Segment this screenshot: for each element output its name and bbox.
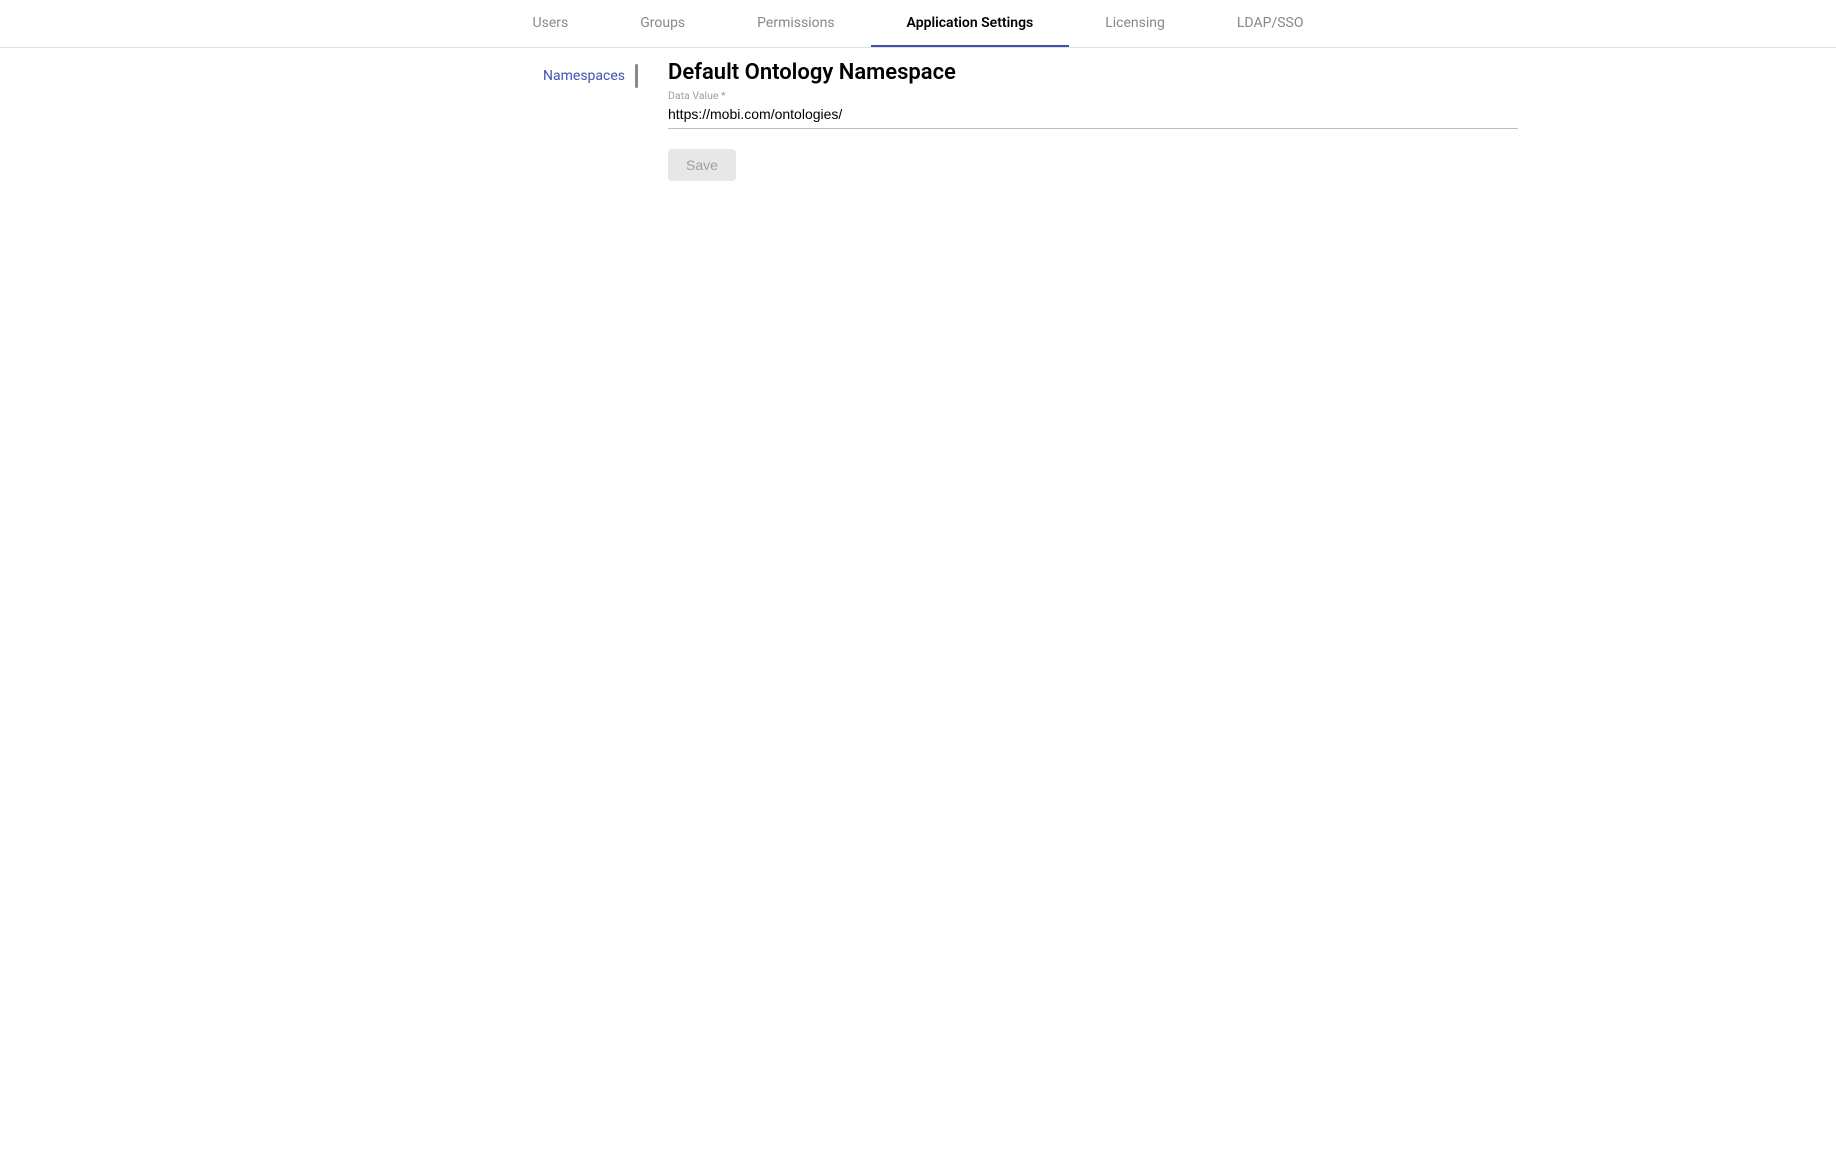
sidebar-item-namespaces[interactable]: Namespaces [543, 68, 635, 84]
section-title: Default Ontology Namespace [668, 60, 1518, 85]
top-tabs: Users Groups Permissions Application Set… [0, 0, 1836, 48]
tab-ldap-sso[interactable]: LDAP/SSO [1201, 0, 1340, 47]
tab-users[interactable]: Users [497, 0, 605, 47]
tab-groups[interactable]: Groups [604, 0, 721, 47]
content-wrapper: Namespaces Default Ontology Namespace Da… [318, 48, 1518, 181]
tab-permissions[interactable]: Permissions [721, 0, 870, 47]
save-button[interactable]: Save [668, 149, 736, 181]
tab-application-settings[interactable]: Application Settings [871, 0, 1070, 47]
tab-licensing[interactable]: Licensing [1069, 0, 1201, 47]
sidebar: Namespaces [318, 60, 638, 181]
main-content: Default Ontology Namespace Data Value * … [638, 60, 1518, 181]
data-value-input[interactable] [668, 102, 1518, 129]
field-label: Data Value * [668, 89, 1518, 102]
sidebar-item-wrap: Namespaces [543, 60, 638, 92]
